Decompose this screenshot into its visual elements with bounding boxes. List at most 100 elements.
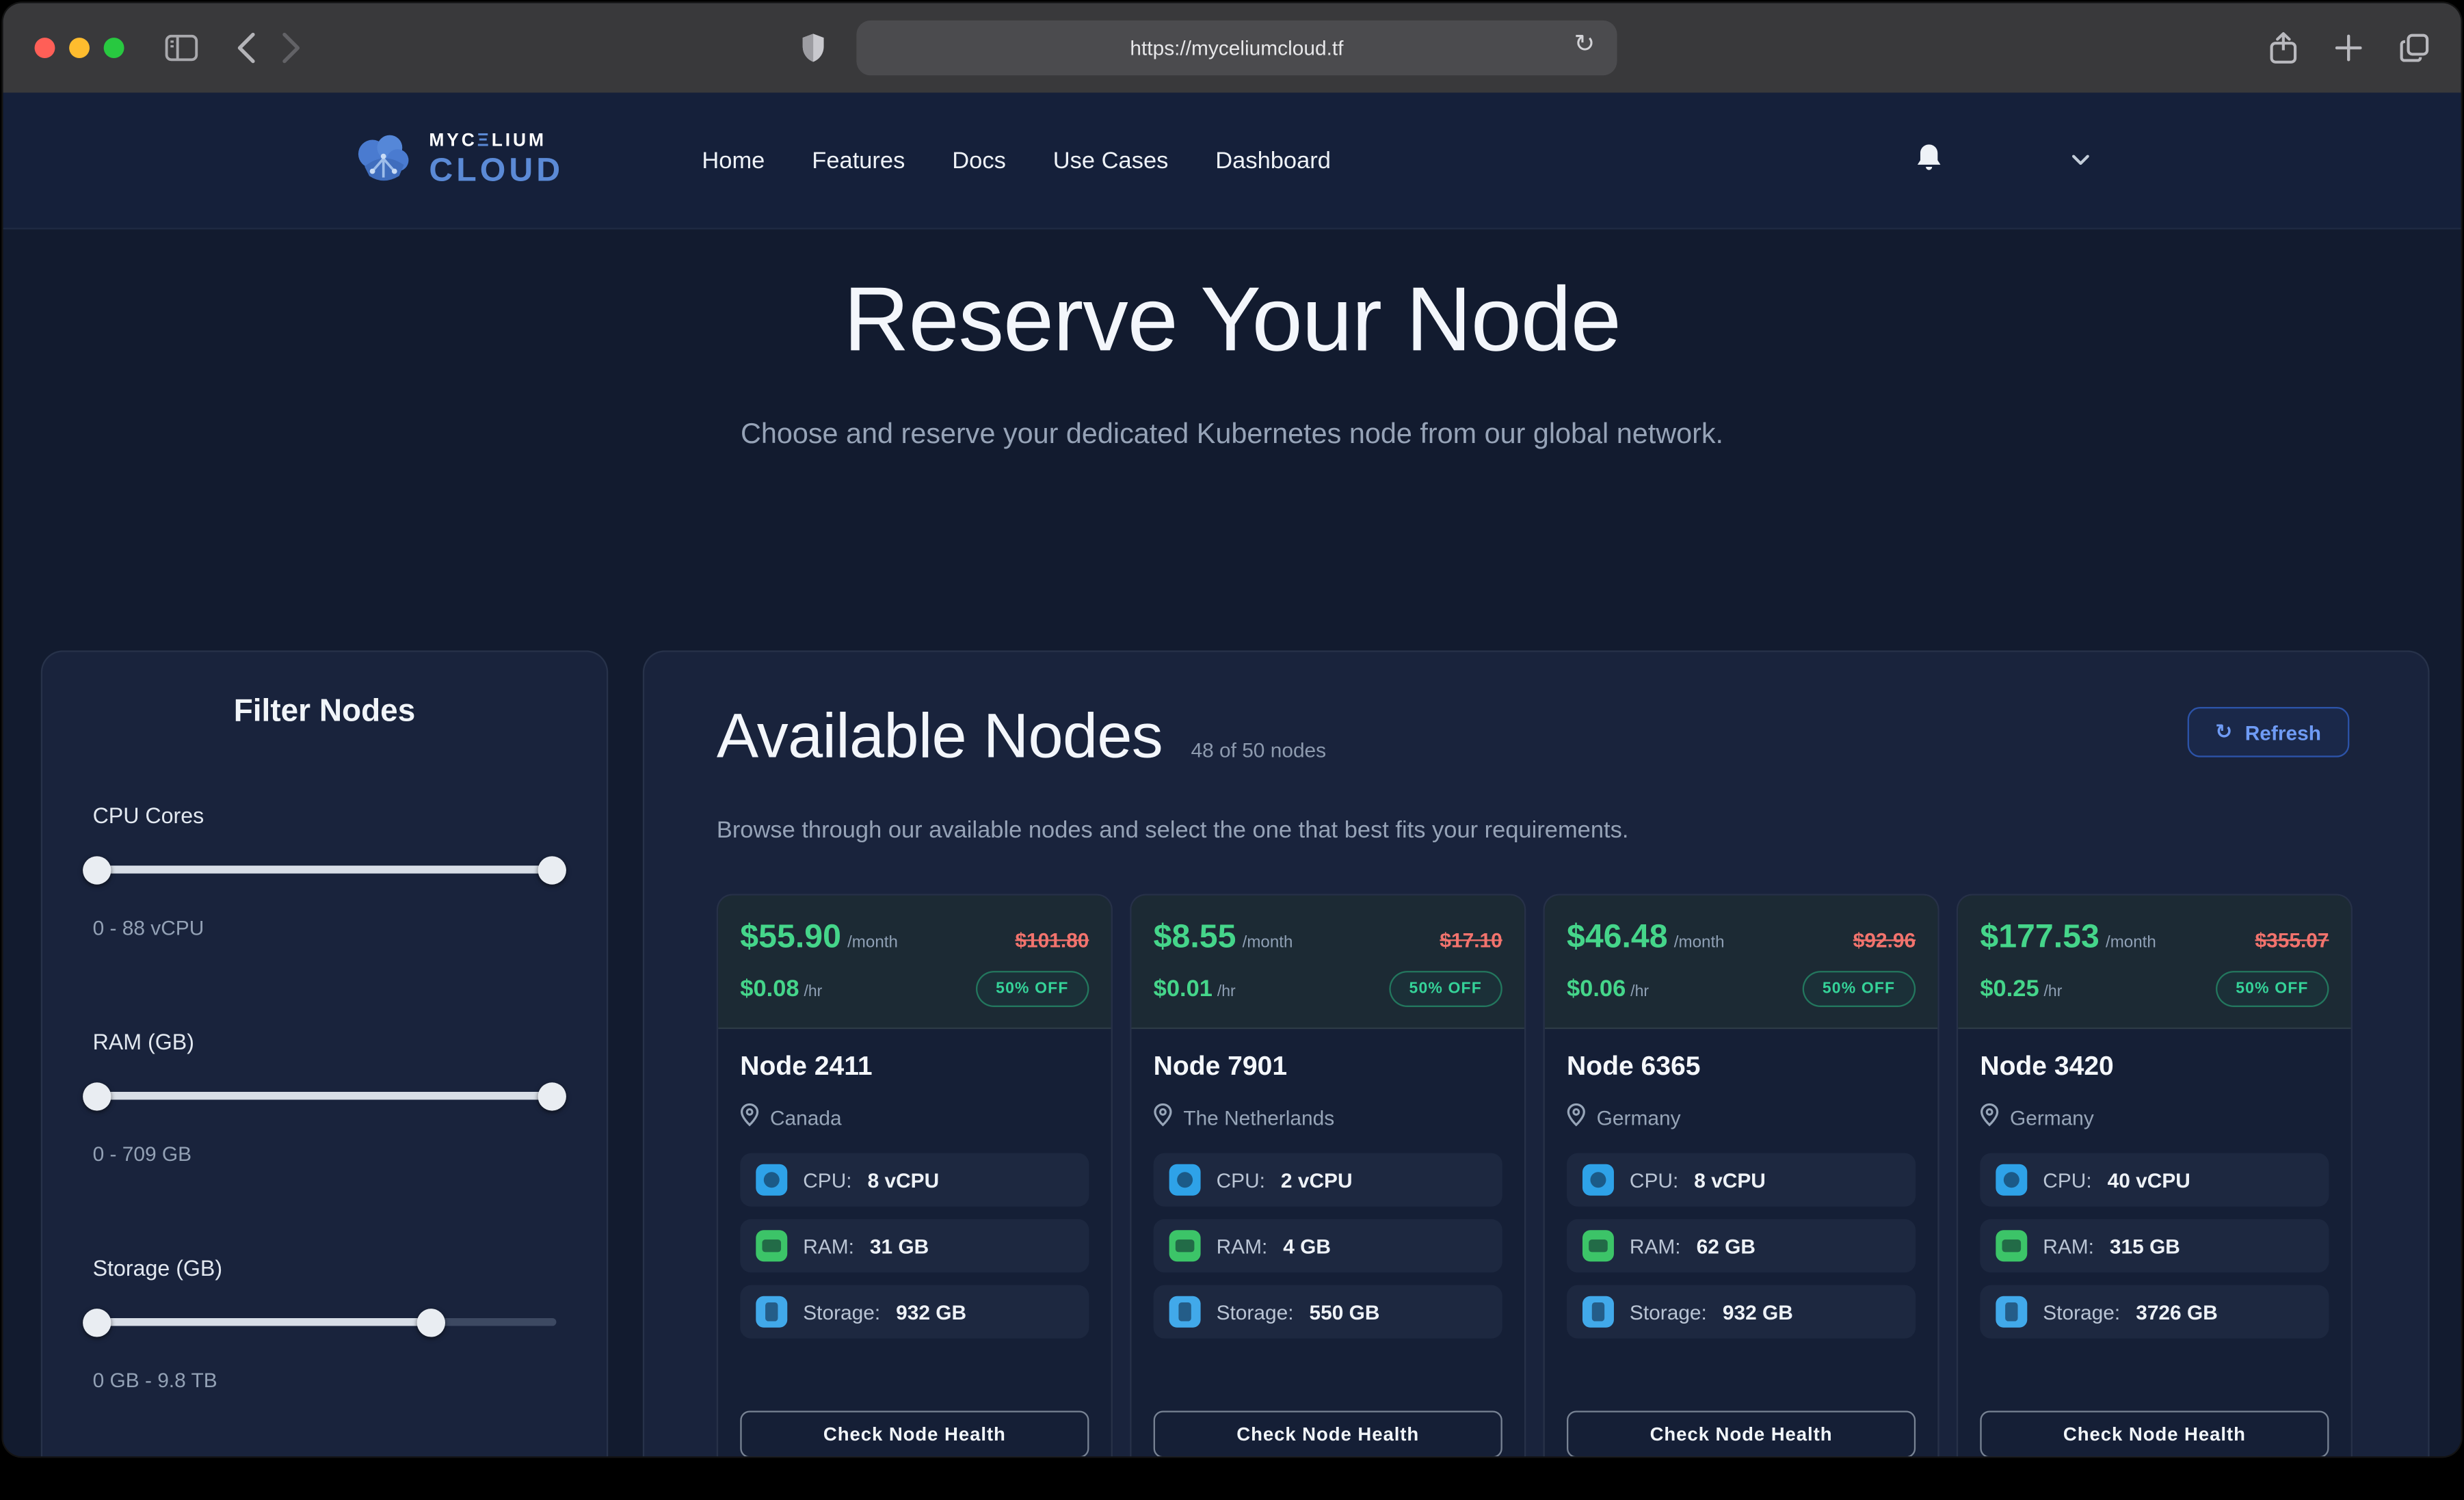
cpu-spec-row: CPU: 8 vCPU bbox=[1567, 1153, 1916, 1207]
location-pin-icon bbox=[1154, 1103, 1173, 1131]
ram-slider-max-handle[interactable] bbox=[538, 1082, 566, 1110]
storage-slider-max-handle[interactable] bbox=[417, 1308, 445, 1336]
ram-icon bbox=[1582, 1230, 1614, 1261]
close-button[interactable] bbox=[35, 38, 55, 58]
cpu-icon bbox=[756, 1164, 787, 1196]
share-icon[interactable] bbox=[2269, 31, 2297, 64]
check-node-health-button[interactable]: Check Node Health bbox=[1567, 1411, 1916, 1457]
forward-icon[interactable] bbox=[281, 31, 302, 64]
nav-link-dashboard[interactable]: Dashboard bbox=[1215, 147, 1331, 174]
cpu-slider-max-handle[interactable] bbox=[538, 855, 566, 883]
ram-slider-min-handle[interactable] bbox=[83, 1082, 111, 1110]
new-tab-icon[interactable] bbox=[2335, 35, 2362, 62]
cpu-range-slider[interactable] bbox=[93, 866, 557, 873]
refresh-button[interactable]: ↻ Refresh bbox=[2187, 707, 2349, 758]
minimize-button[interactable] bbox=[69, 38, 90, 58]
toolbar-right-actions bbox=[2269, 3, 2429, 93]
nav-link-home[interactable]: Home bbox=[702, 147, 765, 174]
address-bar[interactable]: https://myceliumcloud.tf ↻ bbox=[856, 21, 1617, 75]
location-pin-icon bbox=[740, 1103, 759, 1131]
storage-range-slider[interactable] bbox=[93, 1318, 557, 1326]
node-location: Germany bbox=[2010, 1106, 2094, 1129]
nav-link-use-cases[interactable]: Use Cases bbox=[1053, 147, 1169, 174]
storage-icon bbox=[1169, 1296, 1201, 1328]
storage-range-text: 0 GB - 9.8 TB bbox=[93, 1368, 557, 1391]
node-name: Node 6365 bbox=[1567, 1051, 1916, 1082]
cpu-icon bbox=[1169, 1164, 1201, 1196]
webpage: MYCΞLIUM CLOUD Home Features Docs Use Ca… bbox=[3, 93, 2461, 1457]
discount-badge: 50% OFF bbox=[2215, 971, 2329, 1007]
notifications-bell-icon[interactable] bbox=[1916, 143, 1942, 178]
mycelium-logo-icon bbox=[352, 128, 415, 192]
ram-range-slider[interactable] bbox=[93, 1092, 557, 1099]
node-card: $8.55/month $17.10 $0.01/hr 50% OFF Node… bbox=[1130, 894, 1526, 1457]
ram-spec-row: RAM: 4 GB bbox=[1154, 1219, 1502, 1272]
logo-wordmark: MYCΞLIUM CLOUD bbox=[429, 133, 564, 187]
monthly-price: $46.48 bbox=[1567, 919, 1668, 955]
sidebar-toggle-icon[interactable] bbox=[165, 35, 198, 62]
node-name: Node 2411 bbox=[740, 1051, 1089, 1082]
storage-filter-label: Storage (GB) bbox=[93, 1255, 557, 1281]
privacy-shield-icon[interactable] bbox=[802, 33, 825, 63]
filter-panel: Filter Nodes CPU Cores 0 - 88 vCPU RAM (… bbox=[41, 650, 609, 1456]
user-menu-chevron-down-icon[interactable] bbox=[2071, 154, 2091, 166]
url-text: https://myceliumcloud.tf bbox=[1130, 36, 1343, 59]
monthly-price: $177.53 bbox=[1980, 919, 2099, 955]
nav-link-docs[interactable]: Docs bbox=[952, 147, 1006, 174]
site-logo[interactable]: MYCΞLIUM CLOUD bbox=[352, 128, 564, 192]
check-node-health-button[interactable]: Check Node Health bbox=[1154, 1411, 1502, 1457]
node-location: Canada bbox=[770, 1106, 842, 1129]
back-icon[interactable] bbox=[236, 31, 256, 64]
ram-spec-row: RAM: 31 GB bbox=[740, 1219, 1089, 1272]
nodes-count: 48 of 50 nodes bbox=[1191, 738, 1326, 762]
node-location: The Netherlands bbox=[1183, 1106, 1334, 1129]
check-node-health-button[interactable]: Check Node Health bbox=[740, 1411, 1089, 1457]
original-price: $92.96 bbox=[1853, 928, 1916, 952]
cpu-range-text: 0 - 88 vCPU bbox=[93, 916, 557, 939]
card-pricing-header: $55.90/month $101.80 $0.08/hr 50% OFF bbox=[718, 896, 1111, 1029]
hourly-price: $0.01 bbox=[1154, 975, 1213, 1002]
available-nodes-panel: Available Nodes 48 of 50 nodes ↻ Refresh… bbox=[643, 650, 2430, 1456]
discount-badge: 50% OFF bbox=[1389, 971, 1502, 1007]
node-card: $55.90/month $101.80 $0.08/hr 50% OFF No… bbox=[717, 894, 1113, 1457]
nav-link-features[interactable]: Features bbox=[812, 147, 905, 174]
discount-badge: 50% OFF bbox=[1802, 971, 1916, 1007]
ram-icon bbox=[1169, 1230, 1201, 1261]
reload-icon[interactable]: ↻ bbox=[1565, 27, 1604, 59]
storage-spec-row: Storage: 932 GB bbox=[1567, 1285, 1916, 1339]
storage-filter: Storage (GB) 0 GB - 9.8 TB bbox=[93, 1255, 557, 1392]
original-price: $101.80 bbox=[1015, 928, 1089, 952]
nodes-section-title: Available Nodes bbox=[717, 702, 1163, 773]
storage-spec-row: Storage: 932 GB bbox=[740, 1285, 1089, 1339]
original-price: $17.10 bbox=[1440, 928, 1502, 952]
cpu-filter-label: CPU Cores bbox=[93, 803, 557, 828]
ram-icon bbox=[1996, 1230, 2027, 1261]
discount-badge: 50% OFF bbox=[975, 971, 1089, 1007]
location-pin-icon bbox=[1980, 1103, 1999, 1131]
ram-range-text: 0 - 709 GB bbox=[93, 1142, 557, 1166]
ram-icon bbox=[756, 1230, 787, 1261]
cpu-spec-row: CPU: 2 vCPU bbox=[1154, 1153, 1502, 1207]
location-pin-icon bbox=[1567, 1103, 1586, 1131]
screen: https://myceliumcloud.tf ↻ bbox=[0, 0, 2464, 1500]
fullscreen-button[interactable] bbox=[104, 38, 124, 58]
node-cards-row: $55.90/month $101.80 $0.08/hr 50% OFF No… bbox=[717, 894, 2356, 1457]
cpu-icon bbox=[1582, 1164, 1614, 1196]
card-pricing-header: $46.48/month $92.96 $0.06/hr 50% OFF bbox=[1545, 896, 1937, 1029]
ram-spec-row: RAM: 315 GB bbox=[1980, 1219, 2329, 1272]
cpu-spec-row: CPU: 40 vCPU bbox=[1980, 1153, 2329, 1207]
node-card: $46.48/month $92.96 $0.06/hr 50% OFF Nod… bbox=[1544, 894, 1939, 1457]
monthly-price: $8.55 bbox=[1154, 919, 1236, 955]
cpu-slider-min-handle[interactable] bbox=[83, 855, 111, 883]
card-pricing-header: $177.53/month $355.07 $0.25/hr 50% OFF bbox=[1958, 896, 2350, 1029]
nav-links: Home Features Docs Use Cases Dashboard bbox=[702, 147, 1331, 174]
storage-icon bbox=[1582, 1296, 1614, 1328]
node-name: Node 3420 bbox=[1980, 1051, 2329, 1082]
filter-panel-title: Filter Nodes bbox=[93, 695, 557, 731]
check-node-health-button[interactable]: Check Node Health bbox=[1980, 1411, 2329, 1457]
refresh-icon: ↻ bbox=[2215, 721, 2232, 744]
storage-icon bbox=[756, 1296, 787, 1328]
tab-overview-icon[interactable] bbox=[2400, 33, 2430, 63]
storage-slider-min-handle[interactable] bbox=[83, 1308, 111, 1336]
storage-spec-row: Storage: 3726 GB bbox=[1980, 1285, 2329, 1339]
